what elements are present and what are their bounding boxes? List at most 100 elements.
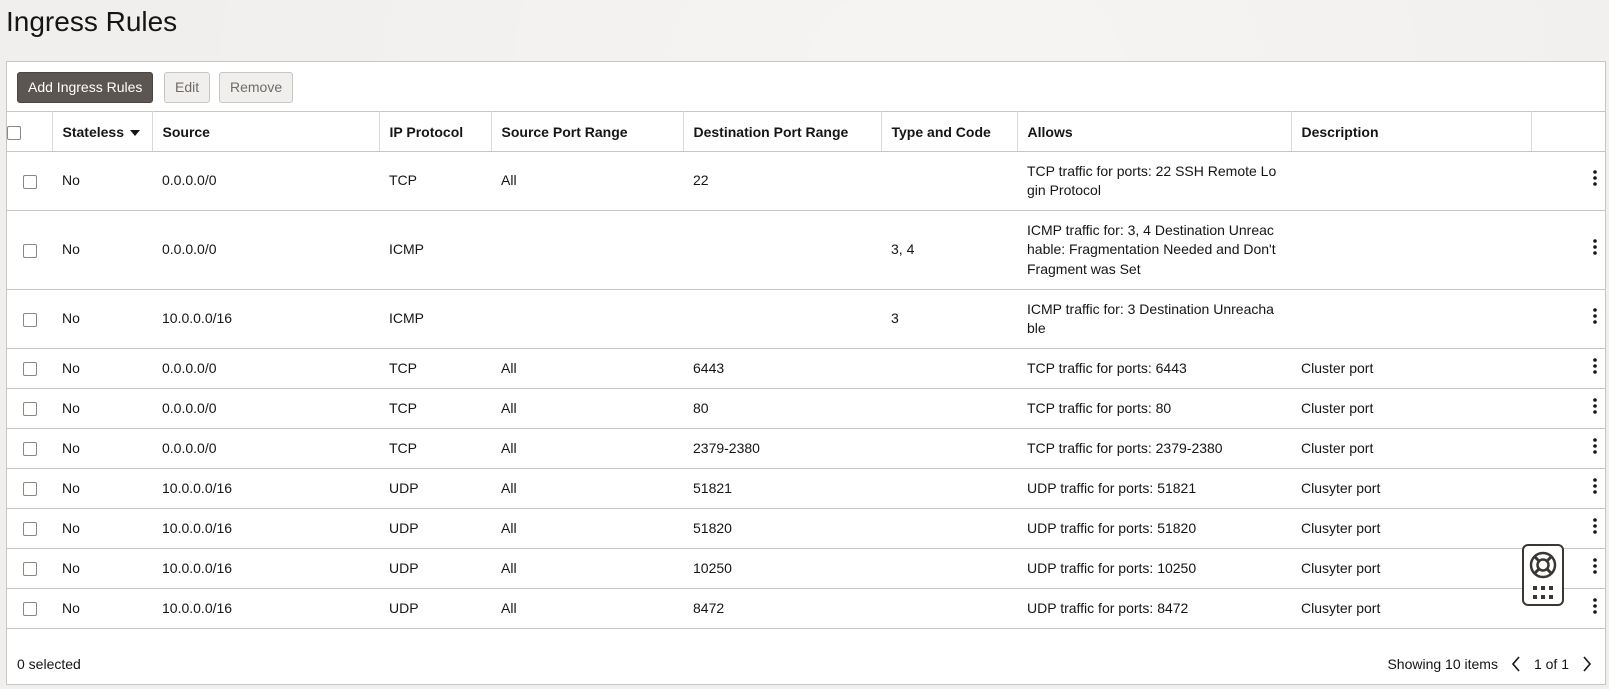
selected-count: 0 selected xyxy=(17,656,81,672)
cell-type-and-code xyxy=(881,468,1017,509)
row-checkbox[interactable] xyxy=(22,602,37,617)
add-ingress-rules-button[interactable]: Add Ingress Rules xyxy=(17,72,154,103)
row-select-cell xyxy=(7,388,52,429)
cell-stateless: No xyxy=(52,428,152,469)
cell-description: Clusyter port xyxy=(1291,508,1531,549)
table-row: No 10.0.0.0/16 UDP All 8472 UDP traffic for p… xyxy=(7,588,1605,629)
column-header-source-port-range[interactable]: Source Port Range xyxy=(491,111,684,152)
row-select-cell xyxy=(7,348,52,389)
toolbar: Add Ingress Rules Edit Remove xyxy=(7,62,1605,111)
row-checkbox[interactable] xyxy=(22,442,37,457)
column-header-ip-protocol[interactable]: IP Protocol xyxy=(379,111,492,152)
ingress-rules-table: Stateless Source IP Protocol Source Port… xyxy=(7,111,1605,629)
row-select-cell xyxy=(7,588,52,629)
ingress-rules-panel: Add Ingress Rules Edit Remove Stateless … xyxy=(6,61,1606,685)
cell-ip-protocol: UDP xyxy=(379,468,491,509)
cell-stateless: No xyxy=(52,348,152,389)
row-select-cell xyxy=(7,210,52,290)
cell-stateless: No xyxy=(52,388,152,429)
table-row: No 10.0.0.0/16 UDP All 10250 UDP traffic for … xyxy=(7,548,1605,589)
row-actions-cell xyxy=(1531,151,1605,211)
cell-description xyxy=(1291,151,1531,211)
select-all-checkbox[interactable] xyxy=(7,125,21,140)
kebab-menu-icon[interactable] xyxy=(1587,239,1603,259)
row-actions-cell xyxy=(1531,348,1605,389)
cell-source-port-range: All xyxy=(491,151,683,211)
cell-stateless: No xyxy=(52,151,152,211)
cell-source-port-range xyxy=(491,289,683,349)
cell-ip-protocol: TCP xyxy=(379,151,491,211)
cell-destination-port-range: 6443 xyxy=(683,348,881,389)
row-actions-cell xyxy=(1531,289,1605,349)
row-checkbox[interactable] xyxy=(22,312,37,327)
row-checkbox[interactable] xyxy=(22,243,37,258)
row-checkbox[interactable] xyxy=(22,562,37,577)
grid-icon[interactable] xyxy=(1533,586,1553,605)
cell-ip-protocol: UDP xyxy=(379,508,491,549)
table-footer: 0 selected Showing 10 items 1 of 1 xyxy=(7,645,1605,684)
sort-descending-icon xyxy=(129,129,140,136)
kebab-menu-icon[interactable] xyxy=(1587,477,1603,498)
kebab-menu-icon[interactable] xyxy=(1587,308,1603,328)
kebab-menu-icon[interactable] xyxy=(1587,437,1603,458)
column-header-actions xyxy=(1531,111,1605,152)
kebab-menu-icon[interactable] xyxy=(1587,597,1603,618)
column-header-type-and-code[interactable]: Type and Code xyxy=(881,111,1018,152)
column-header-destination-port-range[interactable]: Destination Port Range xyxy=(683,111,882,152)
cell-destination-port-range xyxy=(683,289,881,349)
row-select-cell xyxy=(7,508,52,549)
row-select-cell xyxy=(7,468,52,509)
edit-button[interactable]: Edit xyxy=(164,72,211,103)
table-row: No 10.0.0.0/16 UDP All 51821 UDP traffic for … xyxy=(7,468,1605,509)
cell-allows: ICMP traffic for: 3, 4 Destination Unrea… xyxy=(1017,210,1291,290)
column-header-description[interactable]: Description xyxy=(1291,111,1532,152)
lifebuoy-icon[interactable] xyxy=(1529,551,1557,584)
cell-stateless: No xyxy=(52,210,152,290)
kebab-menu-icon[interactable] xyxy=(1587,397,1603,418)
table-row: No 10.0.0.0/16 UDP All 51820 UDP traffic for … xyxy=(7,508,1605,549)
help-widget[interactable] xyxy=(1522,544,1564,606)
kebab-menu-icon[interactable] xyxy=(1587,557,1603,578)
chevron-right-icon[interactable] xyxy=(1577,653,1597,675)
column-header-source[interactable]: Source xyxy=(152,111,380,152)
cell-type-and-code xyxy=(881,508,1017,549)
cell-source: 10.0.0.0/16 xyxy=(152,508,379,549)
cell-type-and-code xyxy=(881,428,1017,469)
kebab-menu-icon[interactable] xyxy=(1587,170,1603,190)
row-checkbox[interactable] xyxy=(22,362,37,377)
row-checkbox[interactable] xyxy=(22,402,37,417)
row-select-cell xyxy=(7,151,52,211)
row-checkbox[interactable] xyxy=(22,522,37,537)
column-header-allows[interactable]: Allows xyxy=(1017,111,1292,152)
cell-destination-port-range: 10250 xyxy=(683,548,881,589)
cell-description: Cluster port xyxy=(1291,348,1531,389)
cell-type-and-code xyxy=(881,151,1017,211)
cell-source: 10.0.0.0/16 xyxy=(152,289,379,349)
cell-ip-protocol: TCP xyxy=(379,388,491,429)
cell-ip-protocol: UDP xyxy=(379,588,491,629)
row-checkbox[interactable] xyxy=(22,174,37,189)
column-header-stateless[interactable]: Stateless xyxy=(52,111,153,152)
cell-stateless: No xyxy=(52,508,152,549)
cell-allows: ICMP traffic for: 3 Destination Unreacha… xyxy=(1017,289,1291,349)
cell-allows: TCP traffic for ports: 22 SSH Remote Log… xyxy=(1017,151,1291,211)
cell-ip-protocol: ICMP xyxy=(379,289,491,349)
row-actions-cell xyxy=(1531,468,1605,509)
row-actions-cell xyxy=(1531,388,1605,429)
kebab-menu-icon[interactable] xyxy=(1587,357,1603,378)
kebab-menu-icon[interactable] xyxy=(1587,517,1603,538)
remove-button[interactable]: Remove xyxy=(219,72,294,103)
cell-allows: TCP traffic for ports: 80 xyxy=(1017,388,1291,429)
cell-source-port-range xyxy=(491,210,683,290)
row-checkbox[interactable] xyxy=(22,482,37,497)
cell-type-and-code xyxy=(881,588,1017,629)
cell-source: 0.0.0.0/0 xyxy=(152,428,379,469)
cell-allows: TCP traffic for ports: 6443 xyxy=(1017,348,1291,389)
table-row: No 0.0.0.0/0 TCP All 2379-2380 TCP traffic fo… xyxy=(7,428,1605,469)
cell-destination-port-range: 80 xyxy=(683,388,881,429)
chevron-left-icon[interactable] xyxy=(1506,653,1526,675)
cell-source-port-range: All xyxy=(491,388,683,429)
cell-type-and-code: 3 xyxy=(881,289,1017,349)
cell-allows: UDP traffic for ports: 51820 xyxy=(1017,508,1291,549)
cell-source-port-range: All xyxy=(491,468,683,509)
